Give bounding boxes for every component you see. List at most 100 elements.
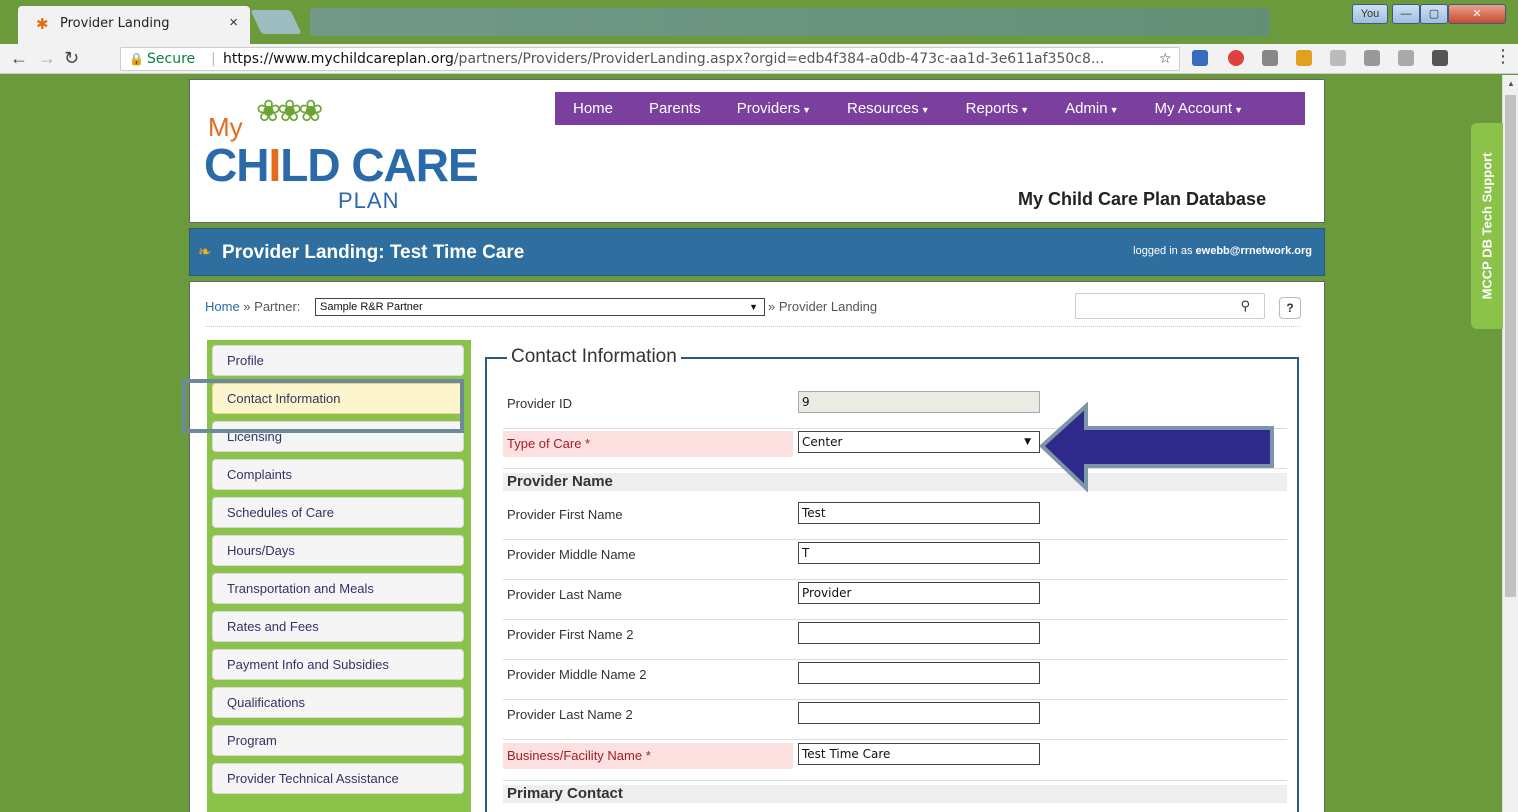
type-of-care-label: Type of Care * [503,431,793,457]
bookmark-star-icon[interactable]: ☆ [1159,48,1172,70]
breadcrumb-partner-label: Partner: [254,299,301,314]
first-name-field[interactable]: Test [798,502,1040,524]
row-last-name-2: Provider Last Name 2 [503,702,1287,740]
extension-icon-5[interactable] [1330,50,1346,66]
sidenav-schedules-of-care[interactable]: Schedules of Care [212,497,464,528]
caret-down-icon: ▼ [920,105,930,115]
annotation-arrow-icon [1040,402,1274,492]
last-name-label: Provider Last Name [507,587,622,602]
extension-icon-2[interactable] [1228,50,1244,66]
secure-label: Secure [147,51,196,67]
window-close-icon[interactable]: ✕ [1448,4,1506,24]
nav-resources[interactable]: Resources ▼ [829,100,948,117]
sidenav-rates-fees[interactable]: Rates and Fees [212,611,464,642]
caret-down-icon: ▼ [802,105,811,115]
profile-button[interactable]: You [1352,4,1388,24]
middle-name-label: Provider Middle Name [507,547,636,562]
extension-icon-4[interactable] [1296,50,1312,66]
scroll-up-icon[interactable]: ▲ [1507,79,1515,88]
browser-menu-icon[interactable]: ⋮ [1494,46,1512,67]
sidenav-complaints[interactable]: Complaints [212,459,464,490]
back-arrow-icon[interactable]: ← [10,48,28,69]
extension-icon-7[interactable] [1398,50,1414,66]
nav-home-label: Home [573,100,614,117]
annotation-highlight-box [182,379,464,433]
nav-providers-label: Providers [736,100,801,117]
sidenav-qualifications[interactable]: Qualifications [212,687,464,718]
nav-home[interactable]: Home [555,100,631,117]
provider-id-label: Provider ID [507,396,573,411]
last-name-field[interactable]: Provider [798,582,1040,604]
last-name-2-field[interactable] [798,702,1040,724]
tech-support-label: MCCP DB Tech Support [1479,152,1495,300]
main-nav: Home Parents Providers ▼ Resources ▼ Repor… [555,92,1305,125]
close-tab-icon[interactable]: × [229,14,238,31]
provider-id-field: 9 [798,391,1040,413]
caret-down-icon: ▼ [1234,105,1243,115]
search-input[interactable]: ⚲ [1075,293,1265,319]
sidenav-hours-days[interactable]: Hours/Days [212,535,464,566]
browser-toolbar: ← → ↻ 🔒 Secure | https://www.mychildcare… [0,44,1518,74]
nav-admin[interactable]: Admin ▼ [1047,100,1136,117]
type-of-care-value: Center [802,435,843,449]
site-header: My ❀❀❀ CHILD CARE PLAN Home Parents Prov… [189,79,1325,223]
row-middle-name-2: Provider Middle Name 2 [503,662,1287,700]
middle-name-2-field[interactable] [798,662,1040,684]
site-logo[interactable]: My ❀❀❀ CHILD CARE PLAN [204,92,504,213]
nav-my-account[interactable]: My Account ▼ [1137,100,1261,117]
sidenav-transportation-meals[interactable]: Transportation and Meals [212,573,464,604]
forward-arrow-icon[interactable]: → [38,48,56,69]
reload-icon[interactable]: ↻ [64,48,79,69]
nav-providers[interactable]: Providers ▼ [719,100,829,117]
provider-favicon-icon: ✱ [36,16,49,33]
row-business-name: Business/Facility Name * Test Time Care [503,743,1287,781]
page-scrollbar[interactable]: ▲ [1502,75,1518,812]
logo-ch: CH [204,139,269,191]
sidenav-program[interactable]: Program [212,725,464,756]
separator: | [211,51,216,67]
address-bar[interactable]: 🔒 Secure | https://www.mychildcareplan.o… [120,47,1180,71]
background-tabs [310,8,1270,36]
tree-icon: ❀❀❀ [256,95,323,128]
breadcrumb-current: » Provider Landing [768,299,878,314]
extension-icon-1[interactable] [1192,50,1208,66]
scrollbar-thumb[interactable] [1505,95,1516,597]
type-of-care-select[interactable]: Center ▼ [798,431,1040,453]
nav-reports[interactable]: Reports ▼ [948,100,1047,117]
tech-support-tab[interactable]: MCCP DB Tech Support [1471,123,1503,329]
nav-parents-label: Parents [649,100,701,117]
logged-in-text: logged in as ewebb@rrnetwork.org [1133,245,1312,257]
url-path: /partners/Providers/ProviderLanding.aspx… [453,51,1105,67]
breadcrumb-home[interactable]: Home [205,299,240,314]
middle-name-field[interactable]: T [798,542,1040,564]
extension-icon-3[interactable] [1262,50,1278,66]
page-title: Provider Landing: Test Time Care [222,242,525,263]
row-middle-name: Provider Middle Name T [503,542,1287,580]
first-name-label: Provider First Name [507,507,623,522]
lock-icon: 🔒 [129,52,144,66]
nav-parents[interactable]: Parents [631,100,719,117]
url-text: https://www.mychildcareplan.org/partners… [223,48,1104,70]
tab-title: Provider Landing [60,16,170,31]
evernote-icon[interactable] [1432,50,1448,66]
partner-select[interactable]: Sample R&R Partner ▼ [315,298,765,316]
browser-tabbar: ✱ Provider Landing × You — ▢ ✕ [0,0,1518,44]
annotation-arrow-shape [1040,402,1274,492]
sidenav-profile[interactable]: Profile [212,345,464,376]
form-legend: Contact Information [507,346,681,368]
help-button[interactable]: ? [1279,297,1301,319]
sidenav-payment-info[interactable]: Payment Info and Subsidies [212,649,464,680]
extension-icon-6[interactable] [1364,50,1380,66]
new-tab-button[interactable] [250,10,302,34]
leaf-icon: ❧ [198,244,212,261]
minimize-icon[interactable]: — [1392,4,1420,24]
business-name-field[interactable]: Test Time Care [798,743,1040,765]
first-name-2-field[interactable] [798,622,1040,644]
logo-rest: LD CARE [280,139,478,191]
browser-tab[interactable]: ✱ Provider Landing × [18,6,250,44]
maximize-icon[interactable]: ▢ [1420,4,1448,24]
search-icon[interactable]: ⚲ [1240,298,1250,314]
sidenav-technical-assistance[interactable]: Provider Technical Assistance [212,763,464,794]
row-last-name: Provider Last Name Provider [503,582,1287,620]
business-name-label: Business/Facility Name * [503,743,793,769]
